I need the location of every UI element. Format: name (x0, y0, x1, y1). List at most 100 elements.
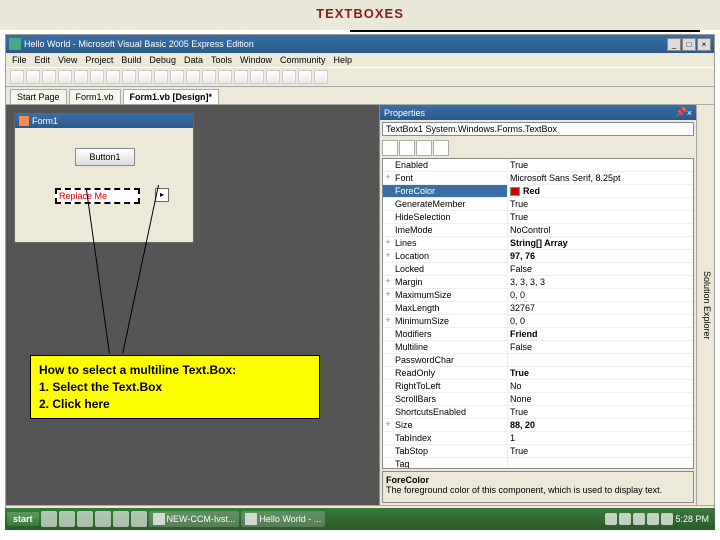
titlebar[interactable]: Hello World - Microsoft Visual Basic 200… (6, 35, 714, 53)
clock[interactable]: 5:28 PM (675, 514, 709, 524)
tray-icon[interactable] (619, 513, 631, 525)
property-value[interactable]: True (508, 445, 693, 457)
property-row[interactable]: ShortcutsEnabledTrue (383, 406, 693, 419)
tray-icon[interactable] (605, 513, 617, 525)
quick-launch-icon[interactable] (77, 511, 93, 527)
property-row[interactable]: GenerateMemberTrue (383, 198, 693, 211)
property-row[interactable]: +FontMicrosoft Sans Serif, 8.25pt (383, 172, 693, 185)
menu-help[interactable]: Help (334, 55, 353, 65)
toolbar-button[interactable] (122, 70, 136, 84)
properties-titlebar[interactable]: Properties 📌 × (380, 105, 696, 120)
form1-client[interactable]: Button1 Replace Me ▸ (15, 128, 193, 240)
minimize-button[interactable]: _ (667, 38, 681, 51)
property-row[interactable]: LockedFalse (383, 263, 693, 276)
properties-object-selector[interactable]: TextBox1 System.Windows.Forms.TextBox (382, 122, 694, 136)
property-value[interactable]: Microsoft Sans Serif, 8.25pt (508, 172, 693, 184)
property-value[interactable]: False (508, 341, 693, 353)
close-button[interactable]: × (697, 38, 711, 51)
toolbar-button[interactable] (170, 70, 184, 84)
toolbar-button[interactable] (106, 70, 120, 84)
tab-start-page[interactable]: Start Page (10, 89, 67, 104)
property-row[interactable]: +Size88, 20 (383, 419, 693, 432)
quick-launch-icon[interactable] (59, 511, 75, 527)
property-row[interactable]: TabStopTrue (383, 445, 693, 458)
property-value[interactable]: Friend (508, 328, 693, 340)
property-row[interactable]: +Margin3, 3, 3, 3 (383, 276, 693, 289)
toolbar-button[interactable] (250, 70, 264, 84)
start-button[interactable]: start (7, 512, 39, 526)
form-designer[interactable]: Form1 Button1 Replace Me ▸ How to select… (6, 105, 379, 505)
menu-file[interactable]: File (12, 55, 27, 65)
toolbar-button[interactable] (42, 70, 56, 84)
menu-tools[interactable]: Tools (211, 55, 232, 65)
quick-launch-icon[interactable] (131, 511, 147, 527)
panel-close-icon[interactable]: × (687, 108, 692, 118)
expand-icon[interactable]: + (383, 237, 393, 249)
toolbar-button[interactable] (58, 70, 72, 84)
expand-icon[interactable]: + (383, 250, 393, 262)
property-value[interactable]: 88, 20 (508, 419, 693, 431)
categorized-button[interactable] (382, 140, 398, 156)
toolbar-button[interactable] (26, 70, 40, 84)
property-value[interactable]: 0, 0 (508, 289, 693, 301)
property-row[interactable]: ModifiersFriend (383, 328, 693, 341)
property-row[interactable]: RightToLeftNo (383, 380, 693, 393)
property-value[interactable]: None (508, 393, 693, 405)
property-row[interactable]: +MinimumSize0, 0 (383, 315, 693, 328)
property-row[interactable]: ImeModeNoControl (383, 224, 693, 237)
property-row[interactable]: +LinesString[] Array (383, 237, 693, 250)
taskbar-item[interactable]: NEW-CCM-Ivst... (149, 511, 240, 527)
property-row[interactable]: +MaximumSize0, 0 (383, 289, 693, 302)
tray-icon[interactable] (633, 513, 645, 525)
menu-window[interactable]: Window (240, 55, 272, 65)
toolbar-button[interactable] (266, 70, 280, 84)
toolbar-button[interactable] (218, 70, 232, 84)
tab-form1-design[interactable]: Form1.vb [Design]* (123, 89, 220, 104)
toolbar-button[interactable] (90, 70, 104, 84)
menu-data[interactable]: Data (184, 55, 203, 65)
toolbar-button[interactable] (314, 70, 328, 84)
expand-icon[interactable]: + (383, 276, 393, 288)
properties-grid[interactable]: EnabledTrue+FontMicrosoft Sans Serif, 8.… (382, 158, 694, 469)
property-row[interactable]: Tag (383, 458, 693, 469)
toolbar-button[interactable] (138, 70, 152, 84)
tray-icon[interactable] (661, 513, 673, 525)
menu-build[interactable]: Build (121, 55, 141, 65)
events-button[interactable] (433, 140, 449, 156)
property-row[interactable]: MultilineFalse (383, 341, 693, 354)
expand-icon[interactable]: + (383, 172, 393, 184)
property-value[interactable]: True (508, 198, 693, 210)
property-value[interactable]: True (508, 211, 693, 223)
property-row[interactable]: PasswordChar (383, 354, 693, 367)
form1-surface[interactable]: Form1 Button1 Replace Me ▸ (14, 113, 194, 243)
property-value[interactable]: 3, 3, 3, 3 (508, 276, 693, 288)
tab-form1-code[interactable]: Form1.vb (69, 89, 121, 104)
toolbar-button[interactable] (202, 70, 216, 84)
menu-view[interactable]: View (58, 55, 77, 65)
property-value[interactable]: True (508, 367, 693, 379)
toolbar-button[interactable] (298, 70, 312, 84)
menu-community[interactable]: Community (280, 55, 326, 65)
quick-launch-icon[interactable] (113, 511, 129, 527)
property-value[interactable]: 97, 76 (508, 250, 693, 262)
property-row[interactable]: MaxLength32767 (383, 302, 693, 315)
toolbar-button[interactable] (10, 70, 24, 84)
quick-launch-icon[interactable] (95, 511, 111, 527)
property-value[interactable]: 32767 (508, 302, 693, 314)
property-value[interactable]: False (508, 263, 693, 275)
panel-pin-icon[interactable]: 📌 (676, 107, 687, 118)
solution-explorer-tab[interactable]: Solution Explorer (696, 105, 714, 505)
property-row[interactable]: TabIndex1 (383, 432, 693, 445)
toolbar-button[interactable] (186, 70, 200, 84)
property-value[interactable] (508, 458, 693, 469)
toolbar-button[interactable] (282, 70, 296, 84)
quick-launch-icon[interactable] (41, 511, 57, 527)
property-value[interactable]: 1 (508, 432, 693, 444)
menu-project[interactable]: Project (85, 55, 113, 65)
textbox1-control[interactable]: Replace Me (55, 188, 140, 204)
expand-icon[interactable]: + (383, 289, 393, 301)
property-row[interactable]: EnabledTrue (383, 159, 693, 172)
property-row[interactable]: +Location97, 76 (383, 250, 693, 263)
property-value[interactable] (508, 354, 693, 366)
properties-button[interactable] (416, 140, 432, 156)
